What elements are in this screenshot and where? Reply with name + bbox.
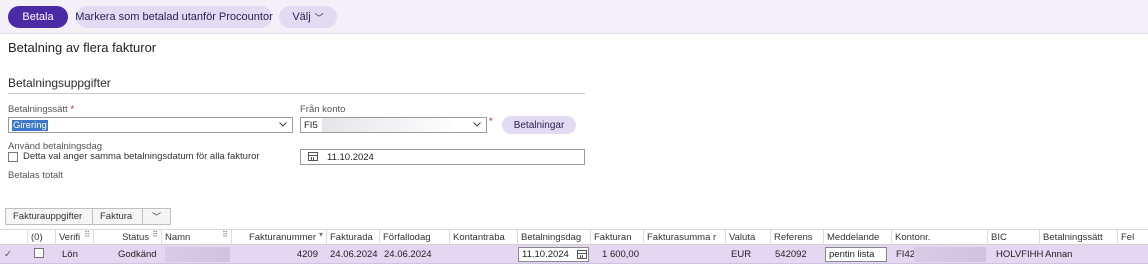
column-fakturanummer[interactable]: Fakturanummer ▾ — [232, 230, 327, 245]
cell-verif: Lön — [62, 249, 78, 260]
section-title: Betalningsuppgifter — [8, 76, 111, 90]
column-valuta[interactable]: Valuta — [726, 230, 771, 245]
choose-label: Välj — [292, 11, 311, 23]
column-label: Status — [122, 232, 149, 243]
cell-kontonr: FI42 — [896, 249, 916, 260]
column-fakturasumma[interactable]: Fakturasumma r — [644, 230, 726, 245]
column-verif[interactable]: Verifi ⠿ — [56, 230, 94, 245]
column-status[interactable]: Status ⠿ — [94, 230, 162, 245]
required-mark: * — [489, 116, 493, 127]
grid-header: (0) Verifi ⠿ Status ⠿ Namn ⠿ Fakturanumm… — [0, 229, 1148, 245]
column-selected-count[interactable]: (0) — [28, 230, 56, 245]
column-kontantrabatt[interactable]: Kontantraba — [450, 230, 518, 245]
column-fel[interactable]: Fel — [1118, 230, 1148, 245]
grid-tabbar: Fakturauppgifter Faktura ﹀ — [5, 208, 171, 225]
cell-betalningssatt: Annan — [1045, 249, 1073, 260]
cell-fakturanummer: 4209 — [296, 249, 318, 260]
payment-date-input[interactable]: 11.10.2024 — [300, 149, 585, 165]
column-label: Verifi — [59, 232, 81, 243]
column-label: Fakturanummer — [248, 232, 316, 243]
row-payment-date-value: 11.10.2024 — [522, 249, 569, 260]
column-label: Kontantraba — [453, 232, 505, 243]
column-betalningssatt[interactable]: Betalningssätt — [1040, 230, 1118, 245]
top-toolbar: Betala Markera som betalad utanför Proco… — [0, 0, 1148, 34]
choose-menu-button[interactable]: Välj ﹀ — [279, 6, 337, 28]
payment-method-label: Betalningssätt * — [8, 104, 74, 115]
column-label: Betalningssätt — [1043, 232, 1103, 243]
chevron-down-icon — [472, 119, 482, 131]
drag-handle-icon: ⠿ — [152, 230, 158, 239]
column-fakturadatum[interactable]: Fakturada — [327, 230, 380, 245]
payment-date-value: 11.10.2024 — [327, 152, 374, 163]
column-fakturan[interactable]: Fakturan — [591, 230, 644, 245]
payment-method-select[interactable]: Girering — [8, 117, 293, 133]
cell-fakturadatum: 24.06.2024 — [330, 249, 378, 260]
column-label: Betalningsdag — [521, 232, 582, 243]
row-message-value: pentin lista — [829, 249, 875, 260]
chevron-down-icon — [278, 119, 288, 131]
column-label: Kontonr. — [895, 232, 931, 243]
column-label: Namn — [165, 232, 191, 243]
calendar-icon[interactable] — [577, 250, 587, 259]
section-divider — [8, 93, 585, 94]
column-namn[interactable]: Namn ⠿ — [162, 230, 232, 245]
sort-descending-icon: ▾ — [318, 230, 323, 239]
column-referens[interactable]: Referens — [771, 230, 824, 245]
cell-bic: HOLVFIHH — [996, 249, 1044, 260]
cell-status: Godkänd — [118, 249, 157, 260]
column-label: Fakturasumma r — [647, 232, 717, 243]
column-label: Valuta — [729, 232, 756, 243]
from-account-label: Från konto — [300, 104, 346, 115]
row-payment-date-input[interactable]: 11.10.2024 — [518, 247, 589, 262]
same-date-checkbox-label: Detta val anger samma betalningsdatum fö… — [23, 151, 260, 162]
total-to-pay-label: Betalas totalt — [8, 170, 63, 181]
column-forfallodag[interactable]: Förfallodag — [380, 230, 450, 245]
cell-belopp: 1 600,00 — [602, 249, 639, 260]
column-label: (0) — [31, 232, 43, 243]
chevron-down-icon: ﹀ — [314, 12, 324, 23]
chevron-down-icon[interactable]: ﹀ — [143, 209, 170, 224]
tab-invoice[interactable]: Faktura — [93, 209, 143, 224]
tab-invoice-details[interactable]: Fakturauppgifter — [6, 209, 93, 224]
row-checkbox[interactable] — [34, 248, 44, 258]
column-label: Fakturada — [330, 232, 373, 243]
column-label: Meddelande — [827, 232, 880, 243]
column-label: Fakturan — [594, 232, 632, 243]
cell-valuta: EUR — [731, 249, 752, 260]
mark-paid-outside-button[interactable]: Markera som betalad utanför Procountor — [75, 6, 273, 28]
page-title: Betalning av flera fakturor — [8, 40, 157, 55]
column-betalningsdag[interactable]: Betalningsdag — [518, 230, 591, 245]
cell-forfallodag: 24.06.2024 — [384, 249, 432, 260]
same-date-checkbox[interactable] — [8, 152, 18, 162]
column-checkmark — [0, 230, 28, 245]
column-meddelande[interactable]: Meddelande — [824, 230, 892, 245]
redacted-name — [165, 247, 230, 262]
drag-handle-icon: ⠿ — [84, 230, 90, 239]
payments-button[interactable]: Betalningar — [502, 116, 576, 134]
redacted-account-number — [322, 118, 457, 132]
column-bic[interactable]: BIC — [988, 230, 1040, 245]
table-row[interactable]: ✓ Lön Godkänd 4209 24.06.2024 24.06.2024… — [0, 245, 1148, 264]
column-label: BIC — [991, 232, 1007, 243]
from-account-value: FI5 — [304, 119, 318, 131]
column-label: Förfallodag — [383, 232, 431, 243]
column-label: Referens — [774, 232, 813, 243]
payment-method-value: Girering — [12, 119, 48, 131]
required-mark: * — [70, 104, 75, 115]
row-selected-check-icon: ✓ — [4, 249, 12, 260]
payment-method-label-text: Betalningssätt — [8, 104, 68, 115]
cell-referens: 542092 — [775, 249, 807, 260]
column-kontonr[interactable]: Kontonr. — [892, 230, 988, 245]
calendar-icon[interactable] — [308, 152, 318, 161]
row-message-input[interactable]: pentin lista — [825, 247, 887, 262]
drag-handle-icon: ⠿ — [222, 230, 228, 239]
redacted-account-number — [914, 247, 986, 262]
column-label: Fel — [1121, 232, 1135, 243]
pay-button[interactable]: Betala — [8, 6, 68, 28]
